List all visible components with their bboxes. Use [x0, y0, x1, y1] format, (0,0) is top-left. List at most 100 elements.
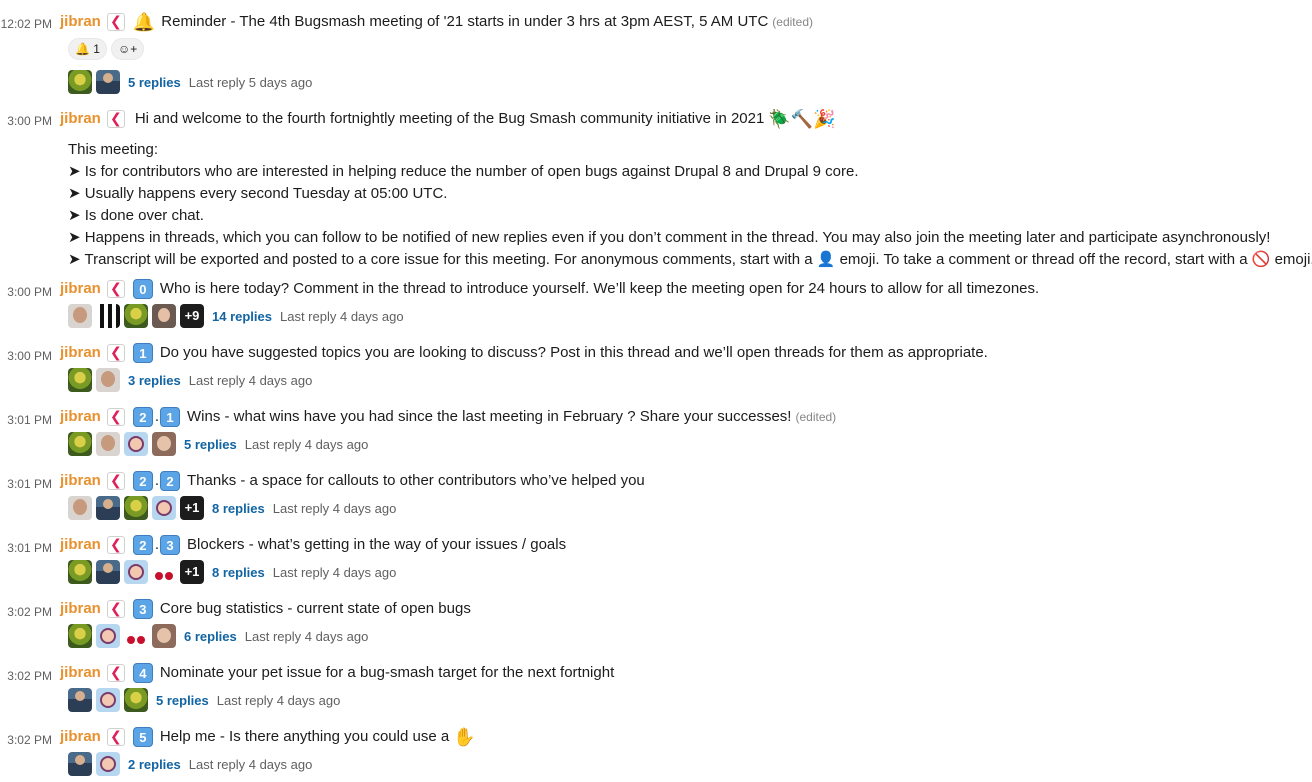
timestamp[interactable]: 3:01 PM: [0, 541, 52, 555]
keycap-icon: 2: [132, 407, 153, 427]
replies-link[interactable]: 2 replies: [128, 757, 181, 772]
thread-summary[interactable]: 3 replies Last reply 4 days ago: [68, 368, 312, 392]
keycap-icon: 1: [132, 343, 153, 363]
meeting-description: This meeting: ➤ Is for contributors who …: [68, 139, 1312, 271]
avatar[interactable]: [152, 496, 176, 520]
author-name[interactable]: jibran: [60, 407, 101, 427]
replies-link[interactable]: 5 replies: [156, 693, 209, 708]
timestamp[interactable]: 12:02 PM: [0, 17, 52, 31]
add-emoji-icon: ☺+: [117, 42, 138, 56]
keycap-icon: 2: [132, 471, 153, 491]
last-reply: Last reply 4 days ago: [188, 372, 313, 388]
last-reply: Last reply 4 days ago: [244, 436, 369, 452]
author-name[interactable]: jibran: [60, 343, 101, 363]
author-name[interactable]: jibran: [60, 471, 101, 491]
reaction-count: 1: [93, 42, 100, 56]
avatar[interactable]: [96, 432, 120, 456]
edited-label: (edited): [772, 15, 813, 29]
last-reply: Last reply 4 days ago: [280, 308, 404, 324]
timestamp[interactable]: 3:02 PM: [0, 605, 52, 619]
replies-link[interactable]: 8 replies: [212, 565, 265, 580]
timestamp[interactable]: 3:01 PM: [0, 477, 52, 491]
timestamp[interactable]: 3:01 PM: [0, 413, 52, 427]
timestamp[interactable]: 3:00 PM: [0, 349, 52, 363]
avatar[interactable]: [96, 304, 120, 328]
replies-link[interactable]: 6 replies: [184, 629, 237, 644]
replies-link[interactable]: 5 replies: [184, 437, 237, 452]
avatar[interactable]: [68, 432, 92, 456]
last-reply: Last reply 4 days ago: [216, 692, 341, 708]
avatar[interactable]: [96, 688, 120, 712]
status-badge-icon: ❮: [106, 13, 125, 31]
timestamp[interactable]: 3:00 PM: [0, 285, 52, 299]
timestamp[interactable]: 3:02 PM: [0, 733, 52, 747]
avatar[interactable]: [152, 624, 176, 648]
thread-summary[interactable]: 5 replies Last reply 5 days ago: [68, 70, 312, 94]
thread-summary[interactable]: 5 replies Last reply 4 days ago: [68, 432, 368, 456]
thread-summary[interactable]: 5 replies Last reply 4 days ago: [68, 688, 340, 712]
avatar[interactable]: [124, 688, 148, 712]
avatar[interactable]: [68, 368, 92, 392]
raised-hand-icon: ✋: [453, 727, 476, 747]
author-name[interactable]: jibran: [60, 727, 101, 747]
author-name[interactable]: jibran: [60, 279, 101, 299]
avatar[interactable]: [96, 496, 120, 520]
keycap-icon: 5: [132, 727, 153, 747]
timestamp[interactable]: 3:02 PM: [0, 669, 52, 683]
avatar[interactable]: [96, 368, 120, 392]
avatar[interactable]: [68, 752, 92, 776]
avatar[interactable]: [152, 304, 176, 328]
thread-summary[interactable]: 6 replies Last reply 4 days ago: [68, 624, 368, 648]
message-text: Blockers - what’s getting in the way of …: [187, 536, 567, 553]
author-name[interactable]: jibran: [60, 109, 101, 129]
timestamp[interactable]: 3:00 PM: [0, 114, 52, 128]
replies-link[interactable]: 8 replies: [212, 501, 265, 516]
message-text: Core bug statistics - current state of o…: [159, 600, 471, 617]
reaction-bell[interactable]: 🔔 1: [68, 38, 107, 60]
description-line: ➤ Usually happens every second Tuesday a…: [68, 185, 448, 202]
last-reply: Last reply 4 days ago: [188, 756, 313, 772]
thread-summary[interactable]: +1 8 replies Last reply 4 days ago: [68, 560, 396, 584]
avatar[interactable]: [68, 560, 92, 584]
description-line: ➤ Is for contributors who are interested…: [68, 163, 859, 180]
author-name[interactable]: jibran: [60, 663, 101, 683]
status-badge-icon: ❮: [106, 536, 125, 554]
status-badge-icon: ❮: [106, 408, 125, 426]
avatar[interactable]: [96, 560, 120, 584]
replies-link[interactable]: 14 replies: [212, 309, 272, 324]
bell-icon: 🔔: [132, 12, 156, 32]
avatar[interactable]: [68, 304, 92, 328]
avatar[interactable]: [124, 432, 148, 456]
author-name[interactable]: jibran: [60, 12, 101, 32]
description-line: This meeting:: [68, 141, 159, 158]
avatar[interactable]: [68, 624, 92, 648]
status-badge-icon: ❮: [106, 472, 125, 490]
more-participants[interactable]: +1: [180, 560, 204, 584]
author-name[interactable]: jibran: [60, 599, 101, 619]
keycap-icon: 4: [132, 663, 153, 683]
avatar[interactable]: [124, 560, 148, 584]
avatar[interactable]: [152, 560, 176, 584]
avatar[interactable]: [96, 624, 120, 648]
author-name[interactable]: jibran: [60, 535, 101, 555]
avatar[interactable]: [96, 752, 120, 776]
bell-icon: 🔔: [75, 42, 90, 56]
replies-link[interactable]: 3 replies: [128, 373, 181, 388]
thread-summary[interactable]: +1 8 replies Last reply 4 days ago: [68, 496, 396, 520]
more-participants[interactable]: +9: [180, 304, 204, 328]
keycap-icon: 1: [160, 407, 181, 427]
avatar[interactable]: [96, 70, 120, 94]
add-reaction-button[interactable]: ☺+: [110, 38, 145, 60]
thread-summary[interactable]: +9 14 replies Last reply 4 days ago: [68, 304, 404, 328]
avatar[interactable]: [124, 624, 148, 648]
avatar[interactable]: [68, 688, 92, 712]
avatar[interactable]: [68, 496, 92, 520]
avatar[interactable]: [68, 70, 92, 94]
avatar[interactable]: [124, 496, 148, 520]
avatar[interactable]: [124, 304, 148, 328]
thread-summary[interactable]: 2 replies Last reply 4 days ago: [68, 752, 312, 776]
replies-link[interactable]: 5 replies: [128, 75, 181, 90]
avatar[interactable]: [152, 432, 176, 456]
message-text: Do you have suggested topics you are loo…: [159, 344, 988, 361]
more-participants[interactable]: +1: [180, 496, 204, 520]
